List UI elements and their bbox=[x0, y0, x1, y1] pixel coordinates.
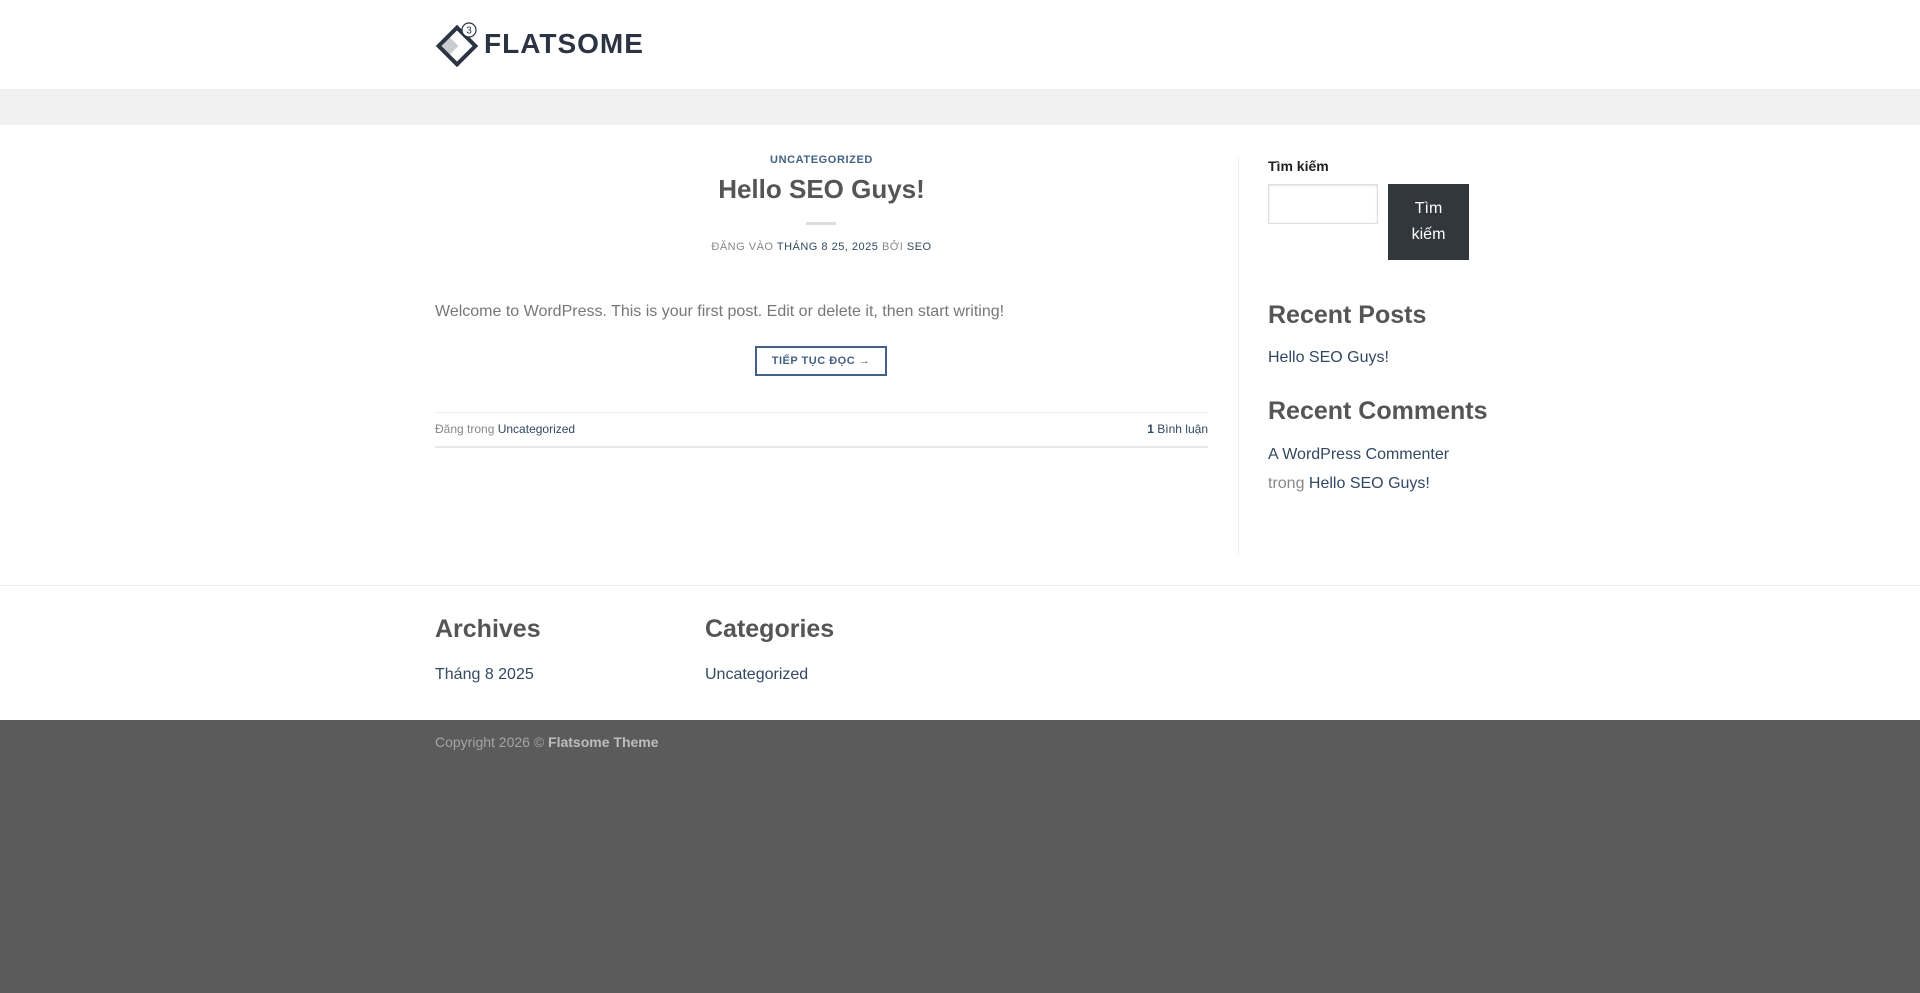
main-content: UNCATEGORIZED Hello SEO Guys! ĐĂNG VÀO T… bbox=[0, 125, 1920, 585]
search-input[interactable] bbox=[1268, 184, 1378, 224]
recent-comments-title: Recent Comments bbox=[1268, 397, 1488, 425]
footer-category-link[interactable]: Uncategorized bbox=[498, 422, 575, 436]
archives-title: Archives bbox=[435, 615, 541, 643]
post-title[interactable]: Hello SEO Guys! bbox=[435, 174, 1208, 205]
comment-label: Bình luận bbox=[1157, 422, 1208, 436]
title-divider bbox=[806, 222, 836, 225]
comment-on-label: trong bbox=[1268, 475, 1305, 492]
svg-text:3: 3 bbox=[466, 26, 472, 37]
search-button[interactable]: Tìm kiếm bbox=[1388, 184, 1469, 260]
comments-link[interactable]: 1 Bình luận bbox=[1147, 422, 1208, 436]
comment-count: 1 bbox=[1147, 422, 1154, 436]
post-meta: ĐĂNG VÀO THÁNG 8 25, 2025 BỞI SEO bbox=[435, 241, 1208, 253]
post-footer: Đăng trong Uncategorized 1 Bình luận bbox=[435, 412, 1208, 448]
header-bottom-band bbox=[0, 90, 1920, 125]
category-link[interactable]: Uncategorized bbox=[705, 666, 808, 684]
search-label: Tìm kiếm bbox=[1268, 158, 1329, 174]
comment-author-link[interactable]: A WordPress Commenter bbox=[1268, 446, 1449, 464]
post-excerpt: Welcome to WordPress. This is your first… bbox=[435, 303, 1005, 320]
recent-post-link[interactable]: Hello SEO Guys! bbox=[1268, 349, 1389, 367]
site-header: 3 FLATSOME bbox=[0, 0, 1920, 90]
logo-text: FLATSOME bbox=[484, 28, 644, 59]
copyright-name: Flatsome Theme bbox=[548, 734, 659, 750]
footer-prefix: Đăng trong bbox=[435, 422, 495, 436]
comment-on-text: trong Hello SEO Guys! bbox=[1268, 475, 1430, 493]
read-more-button[interactable]: TIẾP TỤC ĐỌC → bbox=[755, 346, 887, 376]
sidebar-divider bbox=[1238, 157, 1239, 555]
meta-prefix: ĐĂNG VÀO bbox=[711, 241, 774, 253]
post-date-link[interactable]: THÁNG 8 25, 2025 bbox=[777, 241, 879, 253]
categories-title: Categories bbox=[705, 615, 835, 643]
post-author-link[interactable]: SEO bbox=[907, 241, 932, 253]
post-category-link[interactable]: UNCATEGORIZED bbox=[435, 154, 1208, 166]
post-footer-categories: Đăng trong Uncategorized bbox=[435, 422, 575, 436]
flatsome-logo-icon: 3 bbox=[435, 22, 479, 67]
footer-widgets: Archives Tháng 8 2025 Categories Uncateg… bbox=[0, 585, 1920, 720]
copyright: Copyright 2026 © Flatsome Theme bbox=[435, 734, 659, 750]
recent-posts-title: Recent Posts bbox=[1268, 301, 1427, 329]
comment-post-link[interactable]: Hello SEO Guys! bbox=[1309, 475, 1430, 492]
post-title-link[interactable]: Hello SEO Guys! bbox=[718, 174, 925, 204]
meta-by: BỞI bbox=[881, 241, 904, 253]
archive-month-link[interactable]: Tháng 8 2025 bbox=[435, 666, 534, 684]
site-logo[interactable]: 3 FLATSOME bbox=[434, 22, 644, 67]
copyright-prefix: Copyright 2026 © bbox=[435, 734, 545, 750]
